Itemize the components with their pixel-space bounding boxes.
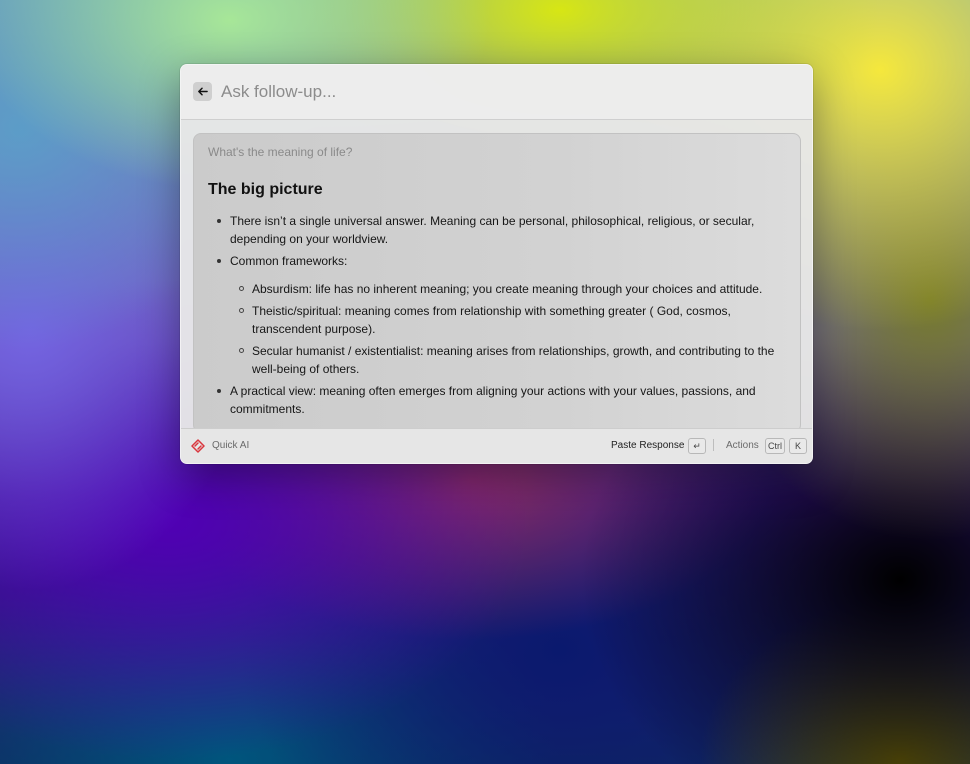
window-footer: Quick AI Paste Response ↵ Actions Ctrl K — [181, 428, 812, 463]
sub-list-item: Theistic/spiritual: meaning comes from r… — [239, 302, 786, 338]
sub-list-item: Absurdism: life has no inherent meaning;… — [239, 280, 786, 298]
back-button[interactable] — [193, 82, 212, 101]
response-card: What's the meaning of life? The big pict… — [193, 133, 801, 429]
enter-key-hint: ↵ — [688, 438, 706, 454]
app-name: Quick AI — [212, 440, 250, 451]
footer-divider — [713, 439, 714, 451]
window-header — [181, 65, 812, 120]
response-heading: The big picture — [208, 181, 323, 198]
raycast-ai-icon — [191, 439, 205, 453]
k-key-hint: K — [789, 438, 807, 454]
user-question: What's the meaning of life? — [208, 145, 353, 159]
response-area[interactable]: What's the meaning of life? The big pict… — [181, 120, 812, 429]
quick-ai-window: What's the meaning of life? The big pict… — [180, 64, 813, 464]
follow-up-input[interactable] — [221, 79, 781, 105]
sub-list-item: Secular humanist / existentialist: meani… — [239, 342, 786, 378]
list-item: A practical view: meaning often emerges … — [217, 382, 786, 418]
response-bullet-list: There isn’t a single universal answer. M… — [208, 212, 786, 418]
paste-response-button[interactable]: Paste Response — [611, 440, 684, 452]
list-item: Common frameworks: Absurdism: life has n… — [217, 252, 786, 378]
desktop-background: What's the meaning of life? The big pict… — [0, 0, 970, 764]
arrow-left-icon — [198, 87, 208, 96]
ctrl-key-hint: Ctrl — [765, 438, 785, 454]
list-item-text: Common frameworks: — [230, 254, 348, 268]
frameworks-list: Absurdism: life has no inherent meaning;… — [230, 280, 786, 378]
actions-button[interactable]: Actions — [726, 440, 759, 452]
list-item: There isn’t a single universal answer. M… — [217, 212, 786, 248]
